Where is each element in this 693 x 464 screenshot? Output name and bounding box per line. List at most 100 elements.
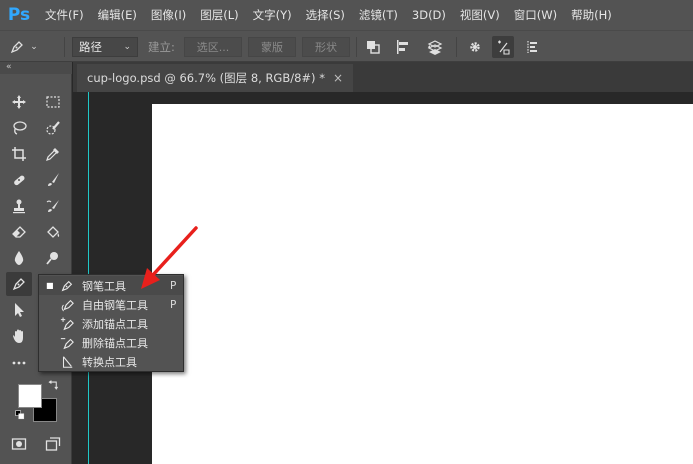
mask-button-wrap: 蒙版 [248,31,296,63]
swap-arrow-icon [47,379,58,390]
pen-icon [12,278,25,291]
lasso-icon [13,121,27,135]
crop-tool[interactable] [6,142,32,166]
divider [456,37,457,57]
chevron-down-icon: ⌄ [123,42,131,52]
tool-preset-picker[interactable]: ⌄ [6,31,40,63]
arrow-cursor-icon [15,303,24,317]
clone-stamp-tool[interactable] [6,194,32,218]
water-drop-icon [14,251,24,265]
paint-bucket-icon [47,226,60,238]
convert-point-icon [59,354,75,370]
default-colors-button[interactable] [13,408,27,422]
menu-help[interactable]: 帮助(H) [564,0,619,30]
menu-window[interactable]: 窗口(W) [507,0,564,30]
flyout-item-freeform-pen-tool[interactable]: 自由钢笔工具 P [39,295,183,314]
flyout-item-shortcut: P [170,298,177,311]
default-colors-icon [15,410,25,420]
menu-type[interactable]: 文字(Y) [246,0,299,30]
path-alignment-button[interactable] [392,31,414,63]
eraser-tool[interactable] [6,220,32,244]
paint-bucket-tool[interactable] [40,220,66,244]
make-label-wrap: 建立: [148,31,175,63]
swap-colors-button[interactable] [46,378,60,392]
make-label: 建立: [148,40,175,54]
flyout-item-label: 添加锚点工具 [82,317,148,331]
path-selection-tool[interactable] [6,298,32,322]
foreground-color-swatch[interactable] [18,384,42,408]
shape-button-wrap: 形状 [302,31,350,63]
quick-mask-button[interactable] [6,432,32,456]
bandage-icon [14,175,25,186]
more-tools-button[interactable] [6,350,32,374]
menu-image[interactable]: 图像(I) [144,0,193,30]
eraser-icon [12,226,26,238]
blur-tool[interactable] [6,246,32,270]
menu-layer[interactable]: 图层(L) [193,0,245,30]
move-tool[interactable] [6,90,32,114]
document-canvas[interactable] [152,104,693,464]
add-anchor-point-icon [59,316,75,332]
pen-tool[interactable] [6,272,32,296]
lasso-tool[interactable] [6,116,32,140]
path-mode-select[interactable]: 路径 ⌄ [72,37,138,57]
make-selection-button[interactable]: 选区... [184,37,242,57]
flyout-item-label: 删除锚点工具 [82,336,148,350]
screen-mode-icon [45,437,61,451]
ps-logo: Ps [7,5,31,25]
gear-icon [464,36,486,58]
photoshop-window: Ps 文件(F) 编辑(E) 图像(I) 图层(L) 文字(Y) 选择(S) 滤… [0,0,693,464]
dodge-tool[interactable] [40,246,66,270]
auto-add-delete-icon [492,36,514,58]
flyout-item-pen-tool[interactable]: ■ 钢笔工具 P [39,276,183,295]
move-icon [12,95,26,109]
document-tab[interactable]: cup-logo.psd @ 66.7% (图层 8, RGB/8#) * × [77,64,354,92]
stamp-icon [13,199,25,214]
brush-tool[interactable] [40,168,66,192]
rectangular-marquee-icon [46,96,60,108]
menu-filter[interactable]: 滤镜(T) [352,0,405,30]
quick-selection-icon [46,121,60,135]
path-arrangement-button[interactable] [424,31,446,63]
menu-3d[interactable]: 3D(D) [405,0,453,30]
options-bar: ⌄ 路径 ⌄ 建立: 选区... 蒙版 形状 [0,30,693,62]
close-icon[interactable]: × [333,71,343,85]
menu-edit[interactable]: 编辑(E) [91,0,144,30]
make-shape-button[interactable]: 形状 [302,37,350,57]
path-operations-button[interactable] [362,31,384,63]
settings-button[interactable] [464,31,486,63]
menu-select[interactable]: 选择(S) [299,0,352,30]
flyout-item-convert-point-tool[interactable]: 转换点工具 [39,352,183,371]
document-tab-bar: cup-logo.psd @ 66.7% (图层 8, RGB/8#) * × [73,62,693,92]
more-dots-icon [12,361,26,365]
eyedropper-tool[interactable] [40,142,66,166]
marquee-tool[interactable] [40,90,66,114]
path-mode-value: 路径 [79,40,102,54]
path-alignment-icon [392,36,414,58]
menu-file[interactable]: 文件(F) [38,0,91,30]
eyedropper-icon [46,148,59,161]
divider [64,37,65,57]
healing-brush-tool[interactable] [6,168,32,192]
collapse-toolbox-button[interactable]: « [0,62,72,74]
quick-mask-icon [11,438,27,450]
path-operations-icon [362,36,384,58]
auto-add-delete-toggle[interactable] [492,31,514,63]
toolbox: « [0,62,72,464]
flyout-item-add-anchor-point-tool[interactable]: 添加锚点工具 [39,314,183,333]
freeform-pen-icon [59,297,75,313]
align-edges-toggle[interactable] [522,31,544,63]
screen-mode-button[interactable] [40,432,66,456]
crop-icon [12,147,26,161]
flyout-item-shortcut: P [170,279,177,292]
make-mask-button[interactable]: 蒙版 [248,37,296,57]
pen-icon [59,278,75,294]
flyout-item-label: 钢笔工具 [82,279,126,293]
selected-bullet: ■ [46,281,54,290]
quick-selection-tool[interactable] [40,116,66,140]
menu-view[interactable]: 视图(V) [453,0,507,30]
flyout-item-delete-anchor-point-tool[interactable]: 删除锚点工具 [39,333,183,352]
document-tab-title: cup-logo.psd @ 66.7% (图层 8, RGB/8#) * [87,71,325,85]
hand-tool[interactable] [6,324,32,348]
history-brush-tool[interactable] [40,194,66,218]
